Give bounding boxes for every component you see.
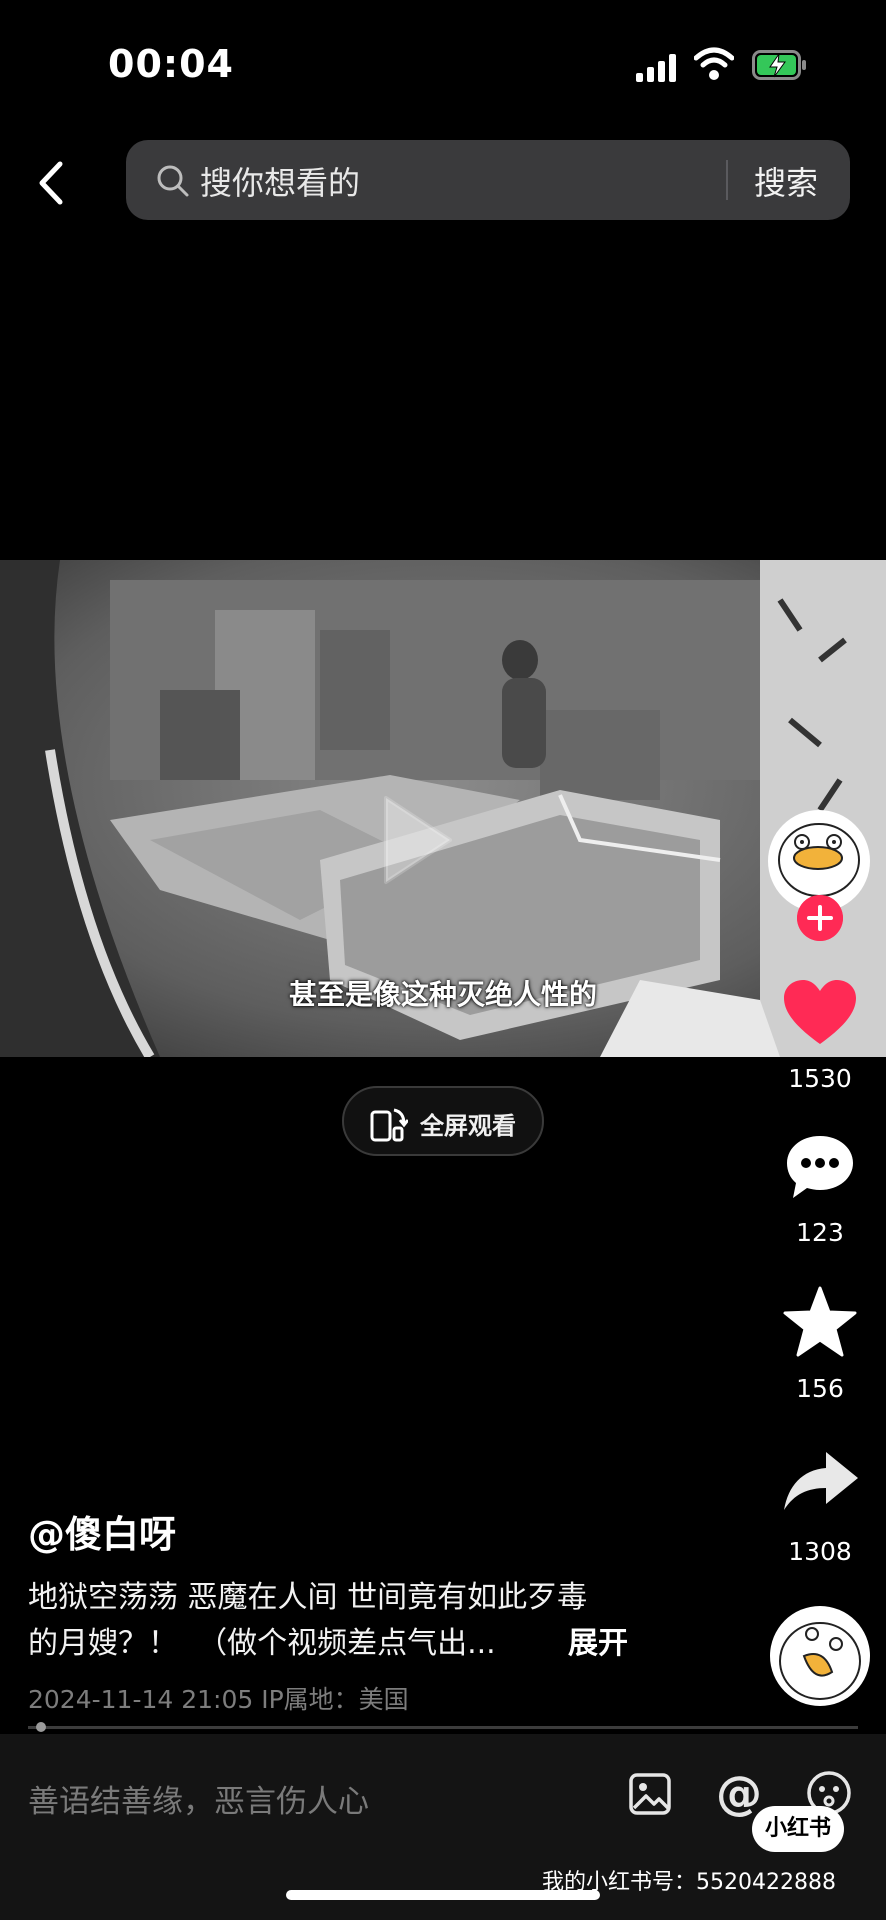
xiaohongshu-logo-badge: 小红书 bbox=[752, 1806, 844, 1852]
favorite-star-icon[interactable] bbox=[782, 1284, 858, 1360]
like-count: 1530 bbox=[788, 1064, 852, 1093]
rotate-screen-icon bbox=[370, 1108, 408, 1142]
share-count: 1308 bbox=[788, 1537, 852, 1566]
duck-sticker-icon bbox=[779, 1622, 861, 1700]
play-icon[interactable] bbox=[380, 792, 456, 888]
search-icon bbox=[157, 165, 189, 197]
follow-button[interactable] bbox=[797, 895, 843, 941]
status-time: 00:04 bbox=[108, 42, 234, 86]
video-subtitle: 甚至是像这种灭绝人性的 bbox=[288, 978, 597, 1011]
wifi-icon bbox=[694, 47, 734, 80]
search-button[interactable]: 搜索 bbox=[754, 158, 818, 204]
home-indicator[interactable] bbox=[286, 1890, 600, 1900]
battery-charging-icon bbox=[752, 50, 806, 80]
progress-handle[interactable] bbox=[36, 1722, 47, 1732]
comment-count: 123 bbox=[796, 1218, 844, 1247]
favorite-count: 156 bbox=[796, 1374, 844, 1403]
comment-input[interactable]: 善语结善缘，恶言伤人心 bbox=[28, 1776, 369, 1821]
caption-text-line2: 的月嫂？！ （做个视频差点气出... bbox=[28, 1626, 496, 1661]
caption-text-line1: 地狱空荡荡 恶魔在人间 世间竟有如此歹毒 bbox=[28, 1580, 588, 1615]
search-divider bbox=[726, 160, 728, 200]
cellular-signal-icon bbox=[636, 52, 676, 82]
image-icon[interactable] bbox=[628, 1772, 672, 1816]
post-meta: 2024-11-14 21:05 IP属地：美国 bbox=[28, 1685, 409, 1714]
comment-bubble-icon[interactable] bbox=[783, 1132, 857, 1202]
mention-at-icon[interactable]: @ bbox=[716, 1766, 762, 1820]
original-sound-disc[interactable] bbox=[770, 1606, 870, 1706]
share-arrow-icon[interactable] bbox=[782, 1448, 860, 1514]
back-button[interactable] bbox=[30, 158, 76, 208]
fullscreen-label: 全屏观看 bbox=[420, 1112, 516, 1140]
fullscreen-button[interactable]: 全屏观看 bbox=[342, 1086, 544, 1156]
video-progress-bar[interactable] bbox=[28, 1726, 858, 1729]
expand-caption-button[interactable]: 展开 bbox=[568, 1618, 628, 1662]
author-name[interactable]: @傻白呀 bbox=[28, 1504, 176, 1558]
like-heart-icon[interactable] bbox=[782, 978, 858, 1048]
search-bar[interactable]: 搜你想看的 搜索 bbox=[126, 140, 850, 220]
search-input[interactable]: 搜你想看的 bbox=[200, 158, 360, 204]
